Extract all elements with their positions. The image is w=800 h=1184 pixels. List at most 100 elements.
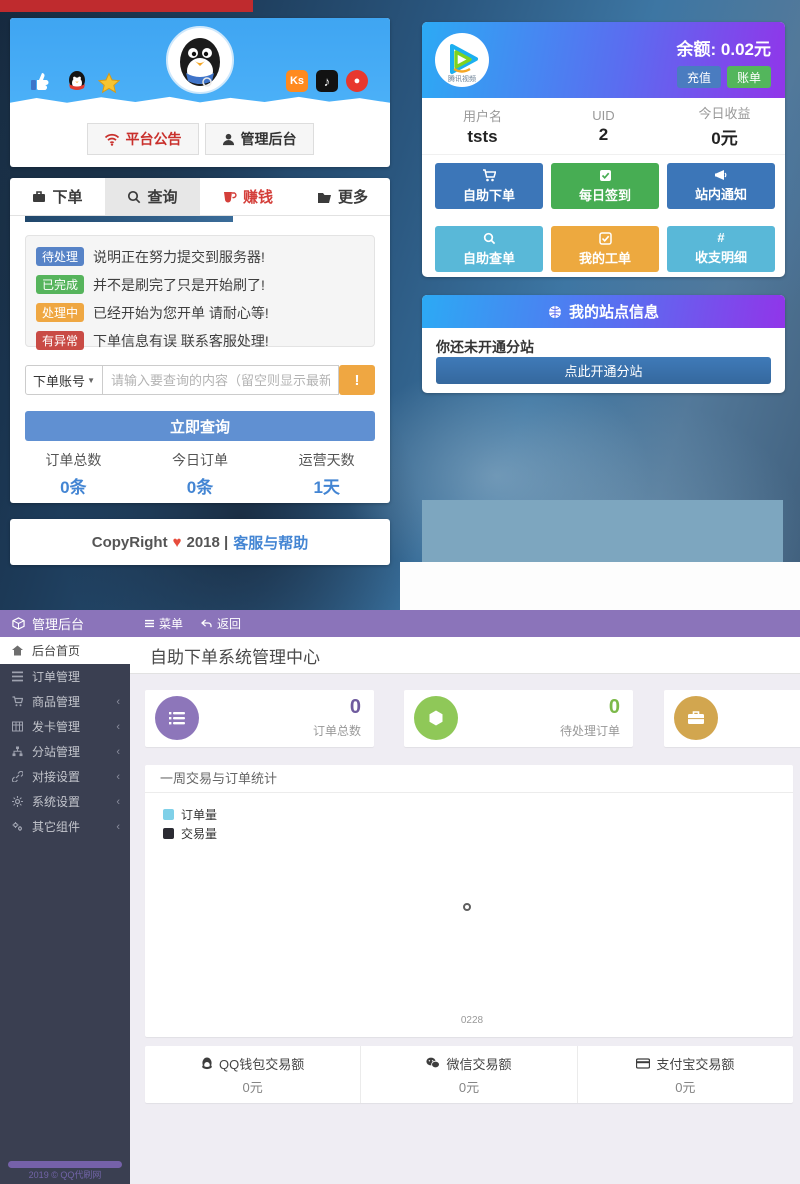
- star-icon: [98, 72, 120, 94]
- search-icon: [127, 190, 141, 204]
- link-icon: [12, 771, 23, 782]
- placeholder-rect: [422, 500, 783, 562]
- payment-stat-label: 微信交易额: [446, 1054, 511, 1073]
- briefcase-icon: [674, 696, 718, 740]
- sidebar-item-orders[interactable]: 订单管理: [0, 664, 130, 689]
- legend-item-volume[interactable]: 交易量: [163, 824, 217, 843]
- admin-main: 自助下单系统管理中心 0 订单总数 0 待处理订单: [130, 637, 800, 1184]
- legend-item-orders[interactable]: 订单量: [163, 805, 217, 824]
- sidebar-item-api[interactable]: 对接设置 ‹: [0, 764, 130, 789]
- income-detail-button[interactable]: # 收支明细: [667, 226, 775, 272]
- cart-icon: [482, 169, 496, 182]
- self-order-button[interactable]: 自助下单: [435, 163, 543, 209]
- sidebar-item-substations[interactable]: 分站管理 ‹: [0, 739, 130, 764]
- notice-text: 已经开始为您开单 请耐心等!: [93, 303, 269, 323]
- recharge-button[interactable]: 充值: [677, 66, 721, 88]
- bill-button[interactable]: 账单: [727, 66, 771, 88]
- info-label: 今日收益: [664, 103, 785, 122]
- card-icon: [636, 1058, 650, 1069]
- sidebar-footer-bar: [8, 1161, 122, 1168]
- query-input[interactable]: [103, 365, 339, 395]
- home-icon: [12, 645, 23, 656]
- query-warn-button[interactable]: !: [339, 365, 375, 395]
- announce-button-label: 平台公告: [126, 129, 182, 149]
- tab-more[interactable]: 更多: [295, 178, 390, 215]
- qq-icon: [201, 1057, 213, 1070]
- info-label: 用户名: [422, 106, 543, 125]
- sitemap-icon: [12, 746, 23, 757]
- chevron-left-icon: ‹: [116, 771, 120, 783]
- query-now-button[interactable]: 立即查询: [25, 411, 375, 441]
- logo-caption: 腾讯视频: [448, 74, 476, 83]
- sidebar-item-label: 后台首页: [32, 642, 80, 659]
- tab-earn-label: 赚钱: [243, 186, 273, 207]
- right-user-card: 腾讯视频 余额: 0.02元 充值 账单 用户名 tsts UID: [422, 22, 785, 277]
- tab-bar: 下单 查询 赚钱 更多: [10, 178, 390, 216]
- pipixia-icon: ●: [346, 70, 368, 92]
- thumbs-up-icon: [30, 70, 52, 92]
- sidebar-item-system[interactable]: 系统设置 ‹: [0, 789, 130, 814]
- sidebar-item-components[interactable]: 其它组件 ‹: [0, 814, 130, 839]
- cube-icon: [12, 617, 25, 630]
- sidebar-item-products[interactable]: 商品管理 ‹: [0, 689, 130, 714]
- support-link[interactable]: 客服与帮助: [233, 532, 308, 553]
- sky-banner: Ks ♪ ●: [10, 18, 390, 110]
- tab-query[interactable]: 查询: [105, 178, 200, 215]
- info-label: UID: [543, 108, 664, 123]
- douyin-icon: ♪: [316, 70, 338, 92]
- announce-button[interactable]: 平台公告: [87, 123, 199, 155]
- user-info-row: 用户名 tsts UID 2 今日收益 0元: [422, 98, 785, 155]
- sidebar-item-label: 系统设置: [32, 793, 80, 810]
- open-substation-button[interactable]: 点此开通分站: [436, 357, 771, 384]
- more-icon: [317, 191, 332, 203]
- sidebar-item-cards[interactable]: 发卡管理 ‹: [0, 714, 130, 739]
- tencent-video-logo: 腾讯视频: [434, 32, 490, 88]
- self-query-button[interactable]: 自助查单: [435, 226, 543, 272]
- briefcase-icon: [32, 190, 46, 203]
- income-col: 今日收益 0元: [664, 103, 785, 149]
- photo-background: Ks ♪ ● 平台公告 管理后台 下单: [0, 0, 800, 610]
- balance-value: 0.02元: [721, 40, 771, 59]
- chart-data-point: [463, 903, 471, 911]
- sidebar-item-label: 商品管理: [32, 693, 80, 710]
- balance-buttons: 充值 账单: [677, 66, 771, 88]
- pipixia-glyph: ●: [354, 75, 361, 87]
- table-icon: [12, 721, 23, 732]
- daily-signin-button[interactable]: 每日签到: [551, 163, 659, 209]
- check-square-icon: [599, 169, 612, 182]
- my-tickets-button[interactable]: 我的工单: [551, 226, 659, 272]
- left-header-card: Ks ♪ ● 平台公告 管理后台: [10, 18, 390, 167]
- globe-icon: [548, 305, 562, 319]
- admin-panel: 管理后台 菜单 返回 后台首页 订单管理 商品管理: [0, 610, 800, 1184]
- menu-toggle[interactable]: 菜单: [145, 615, 183, 632]
- site-notice-button[interactable]: 站内通知: [667, 163, 775, 209]
- wifi-icon: [104, 133, 120, 146]
- bars-icon: [145, 619, 154, 628]
- caret-down-icon: ▼: [87, 376, 95, 385]
- bullhorn-icon: [714, 169, 728, 181]
- copyright-card: CopyRight ♥ 2018 | 客服与帮助: [10, 519, 390, 565]
- status-badge-pending: 待处理: [36, 247, 84, 266]
- status-notice-box: 待处理 说明正在努力提交到服务器! 已完成 并不是刷完了只是开始刷了! 处理中 …: [25, 235, 375, 347]
- payment-stat-value: 0元: [675, 1077, 695, 1096]
- header-button-row: 平台公告 管理后台: [10, 110, 390, 155]
- qq-wallet-stat: QQ钱包交易额 0元: [145, 1046, 360, 1103]
- back-button[interactable]: 返回: [201, 615, 241, 632]
- admin-brand[interactable]: 管理后台: [0, 614, 135, 633]
- sidebar-item-label: 订单管理: [32, 668, 80, 685]
- qq-penguin-avatar: [166, 26, 234, 94]
- tab-earn[interactable]: 赚钱: [200, 178, 295, 215]
- red-strip: [0, 0, 253, 12]
- admin-backend-button[interactable]: 管理后台: [205, 123, 314, 155]
- order-account-select[interactable]: 下单账号 ▼: [25, 365, 103, 395]
- balance-label: 余额:: [677, 40, 717, 59]
- stat-today-orders: 今日订单 0条: [137, 450, 264, 498]
- tab-order[interactable]: 下单: [10, 178, 105, 215]
- notice-row: 处理中 已经开始为您开单 请耐心等!: [36, 301, 364, 324]
- chart-legend: 订单量 交易量: [163, 805, 217, 843]
- notice-text: 说明正在努力提交到服务器!: [93, 247, 265, 267]
- page-title: 自助下单系统管理中心: [130, 637, 800, 674]
- stat-days-running: 运营天数 1天: [263, 450, 390, 498]
- sidebar-item-home[interactable]: 后台首页: [0, 637, 130, 664]
- heart-icon: ♥: [173, 534, 182, 551]
